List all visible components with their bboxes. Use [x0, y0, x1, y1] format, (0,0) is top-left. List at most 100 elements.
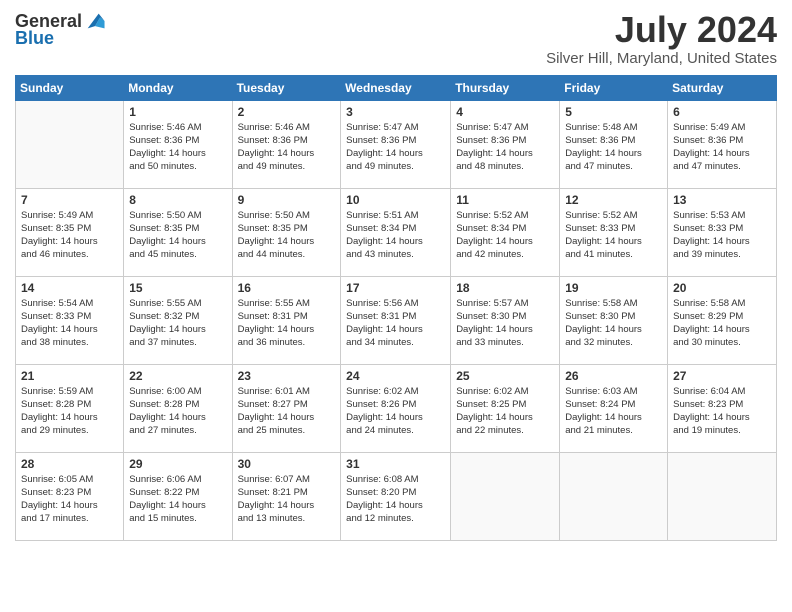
- header-row: Sunday Monday Tuesday Wednesday Thursday…: [16, 75, 777, 100]
- daylight-text-line2: and 46 minutes.: [21, 248, 118, 261]
- table-row: 31 Sunrise: 6:08 AMSunset: 8:20 PMDayligh…: [341, 452, 451, 540]
- daylight-text-line1: Daylight: 14 hours: [565, 323, 662, 336]
- table-row: 21Sunrise: 5:59 AMSunset: 8:28 PMDayligh…: [16, 364, 124, 452]
- sunset-text: Sunset: 8:35 PM: [238, 222, 336, 235]
- daylight-text-line2: and 41 minutes.: [565, 248, 662, 261]
- col-sunday: Sunday: [16, 75, 124, 100]
- day-number: 15: [129, 281, 226, 295]
- calendar-week-row: 1Sunrise: 5:46 AMSunset: 8:36 PMDaylight…: [16, 100, 777, 188]
- day-info: Sunrise: 5:51 AMSunset: 8:34 PMDaylight:…: [346, 209, 445, 262]
- calendar-week-row: 14Sunrise: 5:54 AMSunset: 8:33 PMDayligh…: [16, 276, 777, 364]
- daylight-text-line2: and 12 minutes.: [346, 512, 445, 525]
- sunrise-text: Sunrise: 5:50 AM: [129, 209, 226, 222]
- daylight-text-line2: and 27 minutes.: [129, 424, 226, 437]
- sunrise-text: Sunrise: 5:47 AM: [346, 121, 445, 134]
- day-number: 11: [456, 193, 554, 207]
- day-info: Sunrise: 5:55 AMSunset: 8:31 PMDaylight:…: [238, 297, 336, 350]
- sunset-text: Sunset: 8:32 PM: [129, 310, 226, 323]
- daylight-text-line1: Daylight: 14 hours: [456, 147, 554, 160]
- daylight-text-line1: Daylight: 14 hours: [673, 235, 771, 248]
- daylight-text-line1: Daylight: 14 hours: [456, 323, 554, 336]
- table-row: 17 Sunrise: 5:56 AMSunset: 8:31 PMDayligh…: [341, 276, 451, 364]
- day-number: 20: [673, 281, 771, 295]
- day-number: 1: [129, 105, 226, 119]
- day-info: Sunrise: 6:06 AMSunset: 8:22 PMDaylight:…: [129, 473, 226, 526]
- daylight-text-line1: Daylight: 14 hours: [21, 235, 118, 248]
- table-row: 7Sunrise: 5:49 AMSunset: 8:35 PMDaylight…: [16, 188, 124, 276]
- day-info: Sunrise: 5:50 AMSunset: 8:35 PMDaylight:…: [129, 209, 226, 262]
- page: General Blue July 2024 Silver Hill, Mary…: [0, 0, 792, 612]
- daylight-text-line1: Daylight: 14 hours: [238, 235, 336, 248]
- sunrise-text: Sunrise: 6:07 AM: [238, 473, 336, 486]
- day-number: 6: [673, 105, 771, 119]
- sunrise-text: Sunrise: 5:59 AM: [21, 385, 118, 398]
- day-info: Sunrise: 5:59 AMSunset: 8:28 PMDaylight:…: [21, 385, 118, 438]
- location-title: Silver Hill, Maryland, United States: [546, 50, 777, 67]
- day-info: Sunrise: 6:08 AMSunset: 8:20 PMDaylight:…: [346, 473, 445, 526]
- calendar-week-row: 7Sunrise: 5:49 AMSunset: 8:35 PMDaylight…: [16, 188, 777, 276]
- daylight-text-line2: and 21 minutes.: [565, 424, 662, 437]
- day-number: 13: [673, 193, 771, 207]
- daylight-text-line1: Daylight: 14 hours: [673, 411, 771, 424]
- daylight-text-line1: Daylight: 14 hours: [346, 499, 445, 512]
- daylight-text-line1: Daylight: 14 hours: [673, 323, 771, 336]
- daylight-text-line1: Daylight: 14 hours: [129, 499, 226, 512]
- sunset-text: Sunset: 8:36 PM: [346, 134, 445, 147]
- sunrise-text: Sunrise: 5:46 AM: [238, 121, 336, 134]
- daylight-text-line1: Daylight: 14 hours: [21, 411, 118, 424]
- sunrise-text: Sunrise: 5:53 AM: [673, 209, 771, 222]
- daylight-text-line1: Daylight: 14 hours: [238, 323, 336, 336]
- day-info: Sunrise: 5:46 AMSunset: 8:36 PMDaylight:…: [129, 121, 226, 174]
- header: General Blue July 2024 Silver Hill, Mary…: [15, 10, 777, 67]
- sunset-text: Sunset: 8:36 PM: [565, 134, 662, 147]
- day-number: 2: [238, 105, 336, 119]
- daylight-text-line1: Daylight: 14 hours: [673, 147, 771, 160]
- sunrise-text: Sunrise: 5:49 AM: [21, 209, 118, 222]
- table-row: 23Sunrise: 6:01 AMSunset: 8:27 PMDayligh…: [232, 364, 341, 452]
- daylight-text-line2: and 22 minutes.: [456, 424, 554, 437]
- sunset-text: Sunset: 8:34 PM: [346, 222, 445, 235]
- daylight-text-line2: and 47 minutes.: [673, 160, 771, 173]
- table-row: 28Sunrise: 6:05 AMSunset: 8:23 PMDayligh…: [16, 452, 124, 540]
- table-row: 24Sunrise: 6:02 AMSunset: 8:26 PMDayligh…: [341, 364, 451, 452]
- daylight-text-line2: and 34 minutes.: [346, 336, 445, 349]
- sunrise-text: Sunrise: 5:48 AM: [565, 121, 662, 134]
- day-info: Sunrise: 5:56 AMSunset: 8:31 PMDaylight:…: [346, 297, 445, 350]
- sunrise-text: Sunrise: 5:52 AM: [565, 209, 662, 222]
- day-info: Sunrise: 6:03 AMSunset: 8:24 PMDaylight:…: [565, 385, 662, 438]
- daylight-text-line2: and 42 minutes.: [456, 248, 554, 261]
- daylight-text-line2: and 32 minutes.: [565, 336, 662, 349]
- daylight-text-line2: and 47 minutes.: [565, 160, 662, 173]
- daylight-text-line2: and 43 minutes.: [346, 248, 445, 261]
- sunset-text: Sunset: 8:31 PM: [238, 310, 336, 323]
- daylight-text-line1: Daylight: 14 hours: [456, 411, 554, 424]
- sunset-text: Sunset: 8:31 PM: [346, 310, 445, 323]
- day-info: Sunrise: 5:50 AMSunset: 8:35 PMDaylight:…: [238, 209, 336, 262]
- day-number: 17: [346, 281, 445, 295]
- daylight-text-line2: and 36 minutes.: [238, 336, 336, 349]
- table-row: 12Sunrise: 5:52 AMSunset: 8:33 PMDayligh…: [560, 188, 668, 276]
- day-info: Sunrise: 5:58 AMSunset: 8:30 PMDaylight:…: [565, 297, 662, 350]
- sunset-text: Sunset: 8:21 PM: [238, 486, 336, 499]
- day-info: Sunrise: 5:52 AMSunset: 8:33 PMDaylight:…: [565, 209, 662, 262]
- day-number: 19: [565, 281, 662, 295]
- day-number: 26: [565, 369, 662, 383]
- day-info: Sunrise: 5:58 AMSunset: 8:29 PMDaylight:…: [673, 297, 771, 350]
- sunrise-text: Sunrise: 5:55 AM: [129, 297, 226, 310]
- daylight-text-line1: Daylight: 14 hours: [21, 323, 118, 336]
- calendar-week-row: 28Sunrise: 6:05 AMSunset: 8:23 PMDayligh…: [16, 452, 777, 540]
- day-number: 31: [346, 457, 445, 471]
- sunset-text: Sunset: 8:23 PM: [673, 398, 771, 411]
- sunrise-text: Sunrise: 6:06 AM: [129, 473, 226, 486]
- sunset-text: Sunset: 8:35 PM: [21, 222, 118, 235]
- daylight-text-line1: Daylight: 14 hours: [346, 147, 445, 160]
- day-info: Sunrise: 5:47 AMSunset: 8:36 PMDaylight:…: [346, 121, 445, 174]
- table-row: 29Sunrise: 6:06 AMSunset: 8:22 PMDayligh…: [124, 452, 232, 540]
- sunrise-text: Sunrise: 5:58 AM: [673, 297, 771, 310]
- sunset-text: Sunset: 8:35 PM: [129, 222, 226, 235]
- sunrise-text: Sunrise: 6:05 AM: [21, 473, 118, 486]
- day-number: 25: [456, 369, 554, 383]
- table-row: 25Sunrise: 6:02 AMSunset: 8:25 PMDayligh…: [451, 364, 560, 452]
- day-info: Sunrise: 5:54 AMSunset: 8:33 PMDaylight:…: [21, 297, 118, 350]
- daylight-text-line1: Daylight: 14 hours: [129, 323, 226, 336]
